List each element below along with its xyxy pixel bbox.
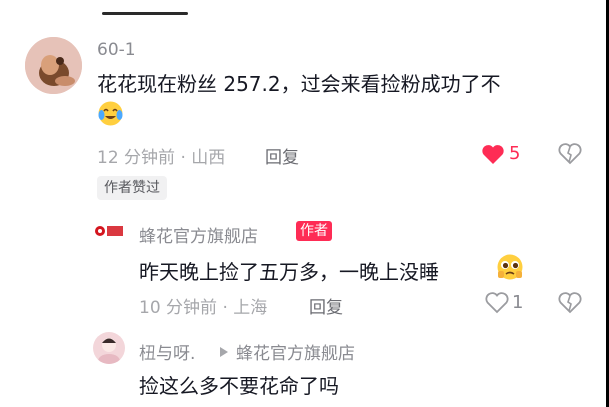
reply-arrow-icon — [218, 343, 230, 357]
author-tag: 作者 — [296, 221, 332, 241]
heart-filled-icon[interactable] — [481, 144, 505, 165]
avatar-image — [25, 37, 82, 94]
heart-outline-icon[interactable] — [485, 292, 509, 314]
reply-button[interactable]: 回复 — [265, 143, 299, 168]
dislike-icon[interactable] — [558, 292, 582, 314]
reply-to-username[interactable]: 蜂花官方旗舰店 — [236, 339, 355, 364]
comment-text: 昨天晚上捡了五万多，一晚上没睡 — [139, 260, 439, 284]
avatar[interactable] — [25, 37, 82, 94]
sheet-handle — [102, 12, 188, 15]
comment-username[interactable]: 杻与呀. — [139, 339, 195, 364]
comment-text: 花花现在粉丝 257.2，过会来看捡粉成功了不 — [97, 72, 501, 96]
pleading-emoji — [496, 253, 524, 281]
comment-username[interactable]: 60-1 — [97, 40, 136, 60]
brand-logo — [95, 226, 123, 236]
comment-time-location: 12 分钟前 · 山西 — [97, 148, 226, 168]
comment-time-location: 10 分钟前 · 上海 — [139, 298, 268, 318]
comment-username[interactable]: 蜂花官方旗舰店 — [139, 222, 258, 247]
avatar[interactable] — [93, 220, 125, 242]
like-count: 1 — [512, 292, 524, 313]
author-liked-badge: 作者赞过 — [97, 176, 167, 200]
comment-text: 捡这么多不要花命了吗 — [139, 374, 339, 398]
cry-laugh-emoji — [97, 100, 124, 127]
avatar[interactable] — [93, 332, 125, 364]
avatar-image — [93, 332, 125, 364]
reply-button[interactable]: 回复 — [309, 293, 343, 318]
dislike-icon[interactable] — [558, 143, 582, 165]
like-count: 5 — [509, 143, 521, 164]
